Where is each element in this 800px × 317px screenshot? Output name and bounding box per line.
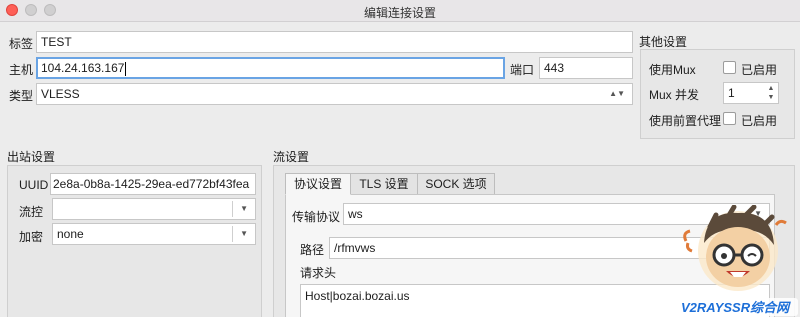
port-input[interactable]: 443 <box>539 57 633 79</box>
transport-value: ws <box>348 207 363 221</box>
mux-concurrency-value: 1 <box>728 86 735 100</box>
combo-divider <box>232 201 233 217</box>
stream-settings-title: 流设置 <box>273 150 310 164</box>
spin-down-icon[interactable]: ▼ <box>766 93 776 102</box>
tab-protocol-settings[interactable]: 协议设置 <box>285 173 351 195</box>
path-label: 路径 <box>300 243 325 257</box>
uuid-label: UUID <box>19 178 49 192</box>
outbound-settings-title: 出站设置 <box>7 150 56 164</box>
type-label: 类型 <box>9 89 34 103</box>
type-value: VLESS <box>41 87 80 101</box>
tab-tls-settings[interactable]: TLS 设置 <box>350 173 418 195</box>
text-caret <box>125 61 127 76</box>
encryption-label: 加密 <box>19 230 44 244</box>
other-settings-title: 其他设置 <box>639 35 688 49</box>
headers-label: 请求头 <box>300 266 337 280</box>
flow-select[interactable]: ▼ <box>52 198 256 220</box>
type-select[interactable]: VLESS ▲▼ <box>36 83 633 105</box>
host-input[interactable]: 104.24.163.167 <box>36 57 505 79</box>
window-title: 编辑连接设置 <box>363 6 436 20</box>
front-proxy-enable-label: 已启用 <box>741 114 778 128</box>
encryption-select[interactable]: none ▼ <box>52 223 256 245</box>
front-proxy-checkbox[interactable] <box>723 112 736 125</box>
spin-up-icon[interactable]: ▲ <box>766 84 776 93</box>
mux-concurrency-spinbox[interactable]: 1 ▲ ▼ <box>723 82 779 104</box>
dropdown-arrow-icon: ▼ <box>240 229 248 238</box>
uuid-input[interactable]: 2e8a-0b8a-1425-29ea-ed772bf43fea <box>50 173 256 195</box>
front-proxy-label: 使用前置代理 <box>649 114 722 128</box>
host-value: 104.24.163.167 <box>41 61 125 75</box>
updown-arrow-icon: ▲▼ <box>609 89 625 98</box>
dropdown-arrow-icon: ▼ <box>240 204 248 213</box>
encryption-value: none <box>57 227 84 241</box>
flow-label: 流控 <box>19 205 44 219</box>
tab-sock-options[interactable]: SOCK 选项 <box>417 173 495 195</box>
tag-label: 标签 <box>9 37 34 51</box>
mux-concurrency-label: Mux 并发 <box>649 88 700 102</box>
mux-label: 使用Mux <box>649 63 696 77</box>
combo-divider <box>232 226 233 242</box>
watermark-text: V2RAYSSR综合网 <box>681 300 790 315</box>
port-label: 端口 <box>510 63 535 77</box>
mux-checkbox[interactable] <box>723 61 736 74</box>
host-label: 主机 <box>9 63 34 77</box>
transport-label: 传输协议 <box>292 210 341 224</box>
tag-input[interactable]: TEST <box>36 31 633 53</box>
mux-enable-label: 已启用 <box>741 63 778 77</box>
title-bar: 编辑连接设置 <box>0 0 800 22</box>
